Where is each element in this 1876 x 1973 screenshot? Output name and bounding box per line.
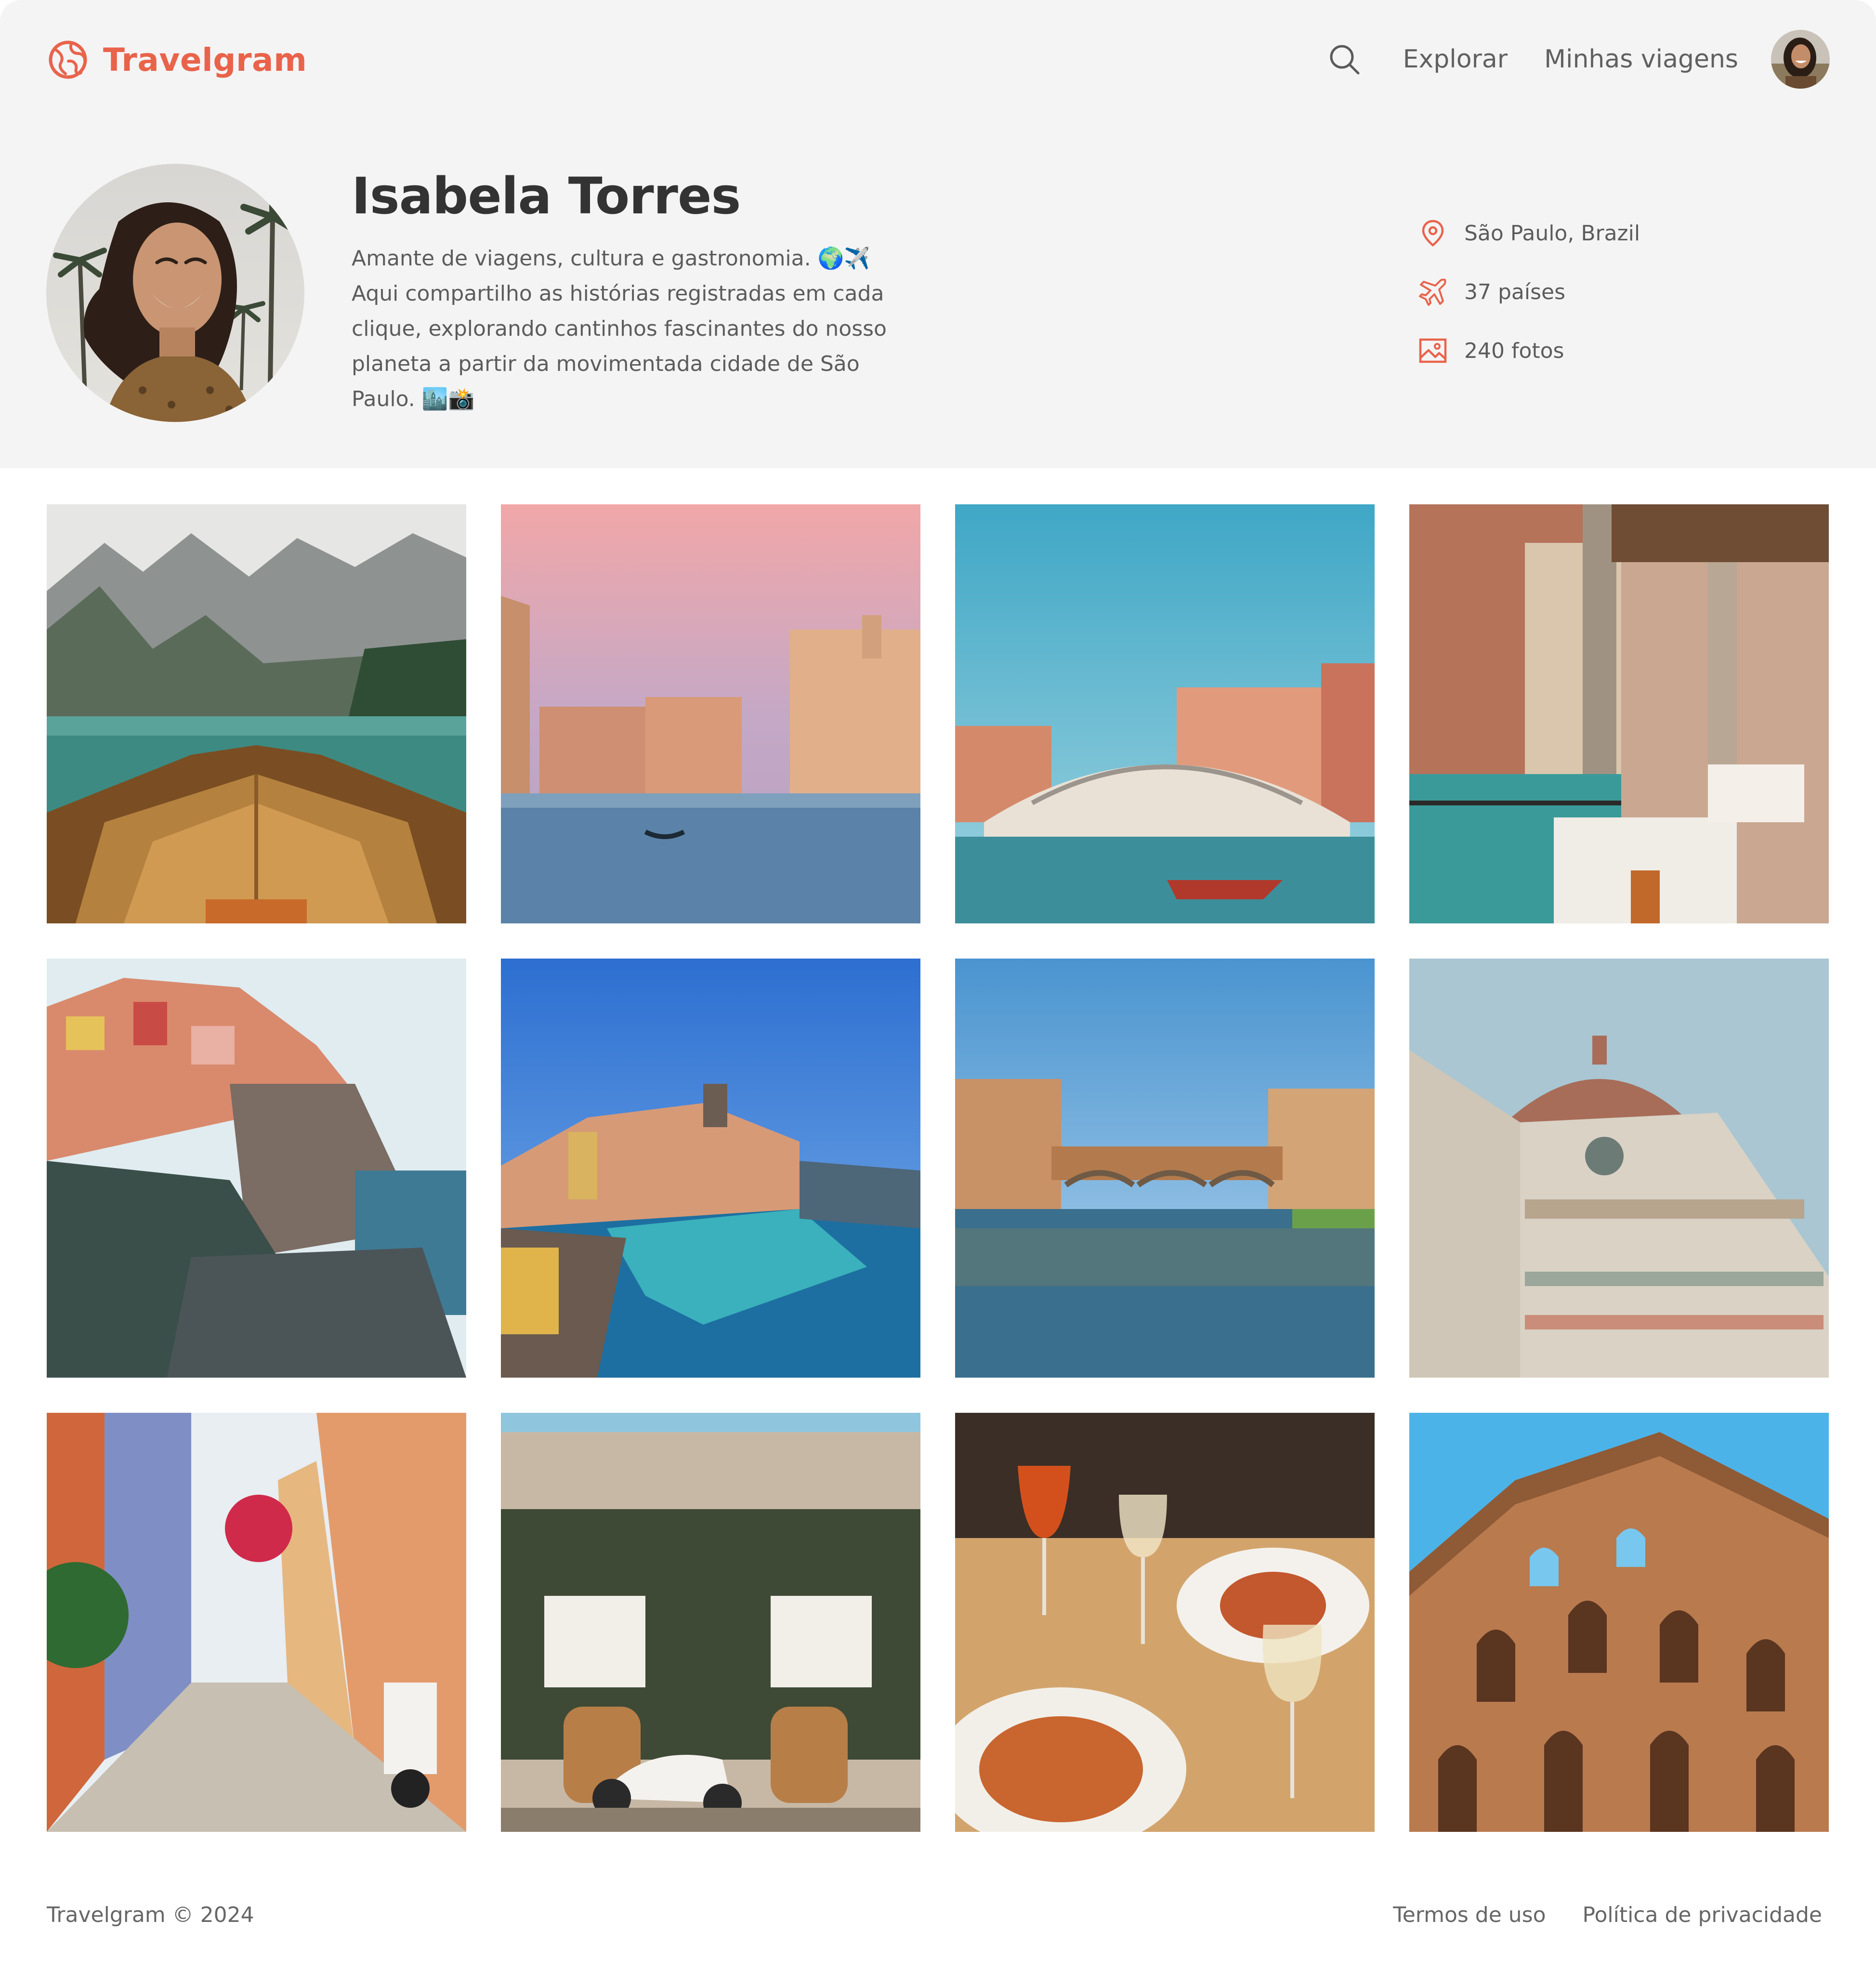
- photo-colosseum[interactable]: [1409, 1413, 1829, 1832]
- profile-stats: São Paulo, Brazil 37 países 240 fotos: [1418, 215, 1640, 391]
- globe-icon: [49, 40, 87, 79]
- photo-vernazza-harbor[interactable]: [501, 959, 920, 1378]
- photo-florence-duomo[interactable]: [1409, 959, 1829, 1378]
- photo-venice-canal-sunset[interactable]: [501, 504, 920, 923]
- stat-photos: 240 fotos: [1418, 332, 1640, 369]
- footer-link-privacy[interactable]: Política de privacidade: [1583, 1903, 1823, 1927]
- nav-actions: Explorar Minhas viagens: [1328, 28, 1830, 91]
- nav-link-minhas-viagens[interactable]: Minhas viagens: [1544, 45, 1738, 74]
- photo-lake-boat[interactable]: [47, 504, 466, 923]
- profile-name: Isabela Torres: [352, 167, 741, 225]
- profile-bio: Amante de viagens, cultura e gastronomia…: [352, 246, 887, 411]
- photo-manarola-cliffs[interactable]: [47, 959, 466, 1378]
- top-nav: Travelgram Explorar Minhas viagens: [0, 0, 1876, 120]
- user-avatar[interactable]: [1771, 30, 1830, 89]
- photo-venice-canal-cafe[interactable]: [1409, 504, 1829, 923]
- footer-link-terms[interactable]: Termos de uso: [1393, 1903, 1546, 1927]
- photo-ponte-vecchio[interactable]: [955, 959, 1375, 1378]
- airplane-icon: [1419, 278, 1446, 306]
- search-icon[interactable]: [1328, 43, 1361, 76]
- footer-links: Termos de uso Política de privacidade: [1393, 1903, 1822, 1927]
- footer-copyright: Travelgram © 2024: [47, 1903, 254, 1927]
- stat-location-text: São Paulo, Brazil: [1464, 221, 1640, 246]
- stat-countries: 37 países: [1418, 274, 1640, 310]
- brand-name: Travelgram: [103, 41, 307, 79]
- photo-aperol-pasta-dinner[interactable]: [955, 1413, 1375, 1832]
- stat-photos-text: 240 fotos: [1464, 338, 1564, 363]
- photo-gallery: [47, 504, 1829, 1832]
- brand-logo[interactable]: Travelgram: [47, 36, 307, 84]
- profile-photo: [46, 164, 304, 422]
- image-icon: [1419, 338, 1447, 363]
- photo-restaurant-vespa[interactable]: [501, 1413, 920, 1832]
- stat-countries-text: 37 países: [1464, 279, 1566, 304]
- location-pin-icon: [1422, 220, 1444, 247]
- photo-rialto-bridge[interactable]: [955, 504, 1375, 923]
- photo-colorful-alley-vespa[interactable]: [47, 1413, 466, 1832]
- stat-location: São Paulo, Brazil: [1418, 215, 1640, 251]
- nav-link-explorar[interactable]: Explorar: [1403, 45, 1508, 74]
